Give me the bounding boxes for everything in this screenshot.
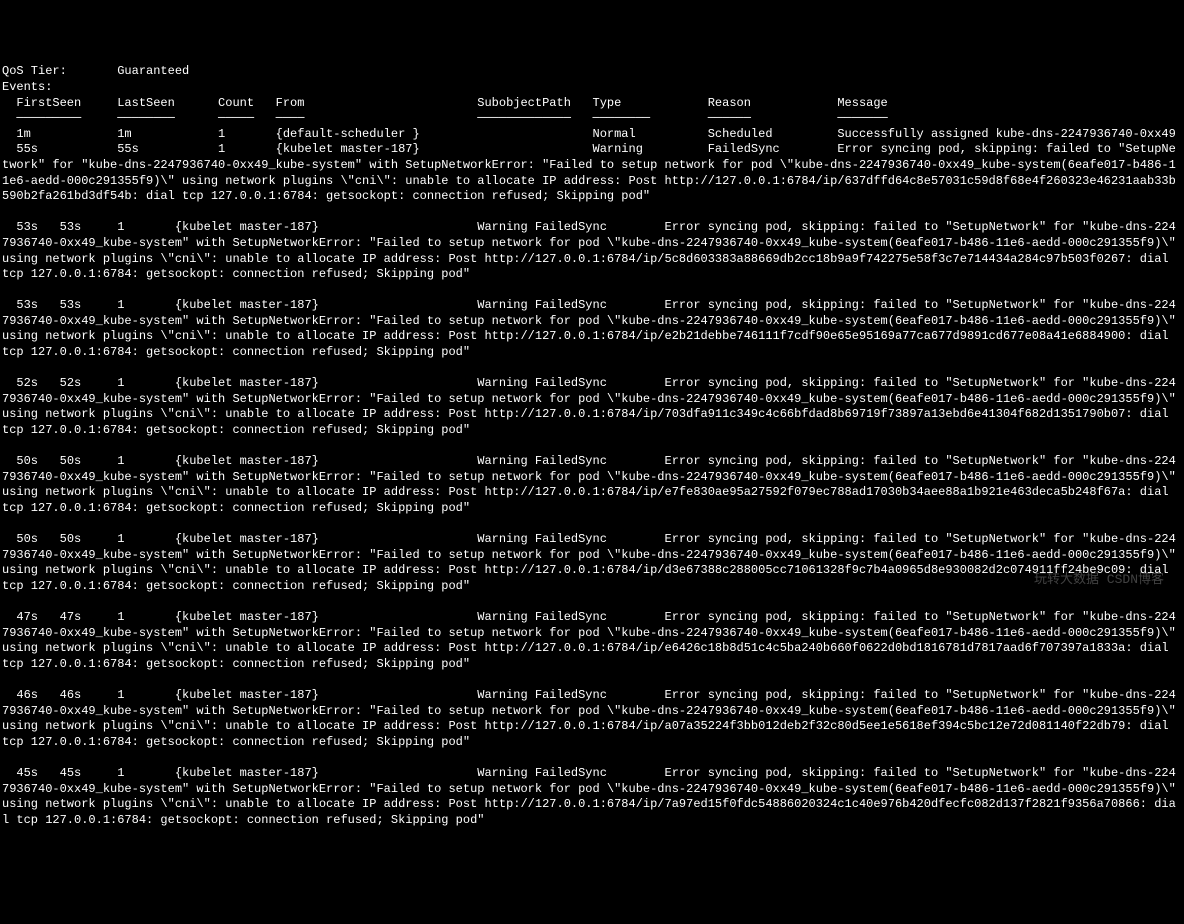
terminal-output: QoS Tier: Guaranteed Events: FirstSeen L… xyxy=(2,64,1182,828)
